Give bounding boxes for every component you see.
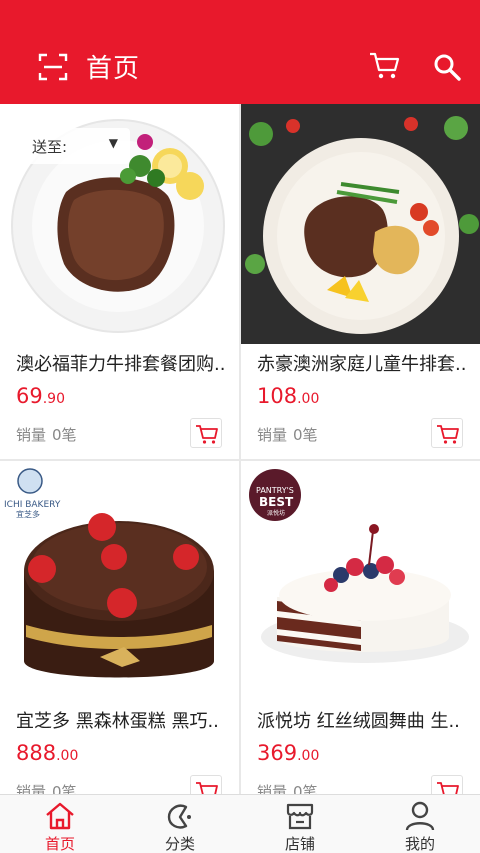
cart-icon: [196, 425, 218, 444]
svg-text:宜芝多: 宜芝多: [16, 509, 40, 519]
bottom-tab-bar: 首页 分类 店铺 我的: [0, 794, 480, 853]
add-to-cart-button[interactable]: [431, 418, 463, 448]
product-card[interactable]: 送至: ▼ 澳必福菲力牛排套餐团购.. 69.90 销量 0笔: [0, 104, 239, 459]
product-grid: 送至: ▼ 澳必福菲力牛排套餐团购.. 69.90 销量 0笔 赤豪澳洲家庭儿童…: [0, 104, 480, 794]
page-title: 首页: [86, 54, 141, 84]
product-price: 888.00: [16, 741, 79, 765]
category-icon: [167, 804, 191, 829]
tab-label: 店铺: [284, 835, 315, 853]
product-sales: 销量 0笔: [257, 783, 318, 794]
product-sales: 销量 0笔: [257, 426, 318, 444]
scan-icon[interactable]: [38, 52, 68, 82]
cart-icon: [196, 782, 218, 794]
product-image-steak-plate[interactable]: [241, 104, 480, 344]
product-name[interactable]: 派悦坊 红丝绒圆舞曲 生..: [257, 707, 469, 733]
svg-text:派悦坊: 派悦坊: [267, 509, 285, 517]
product-image-red-velvet-cake[interactable]: PANTRY'S BEST 派悦坊: [241, 461, 480, 701]
app-header: 首页: [0, 0, 480, 104]
location-selector[interactable]: 送至: ▼: [20, 128, 130, 164]
dropdown-arrow-icon: ▼: [108, 136, 118, 150]
search-icon[interactable]: [432, 52, 462, 82]
brand-logo-pantry: PANTRY'S: [256, 486, 294, 495]
product-name[interactable]: 赤豪澳洲家庭儿童牛排套..: [257, 350, 469, 376]
add-to-cart-button[interactable]: [190, 775, 222, 794]
tab-category[interactable]: 分类: [120, 795, 240, 853]
svg-text:BEST: BEST: [259, 495, 294, 509]
tab-mine[interactable]: 我的: [360, 795, 480, 853]
product-price: 369.00: [257, 741, 320, 765]
product-sales: 销量 0笔: [16, 426, 77, 444]
product-name[interactable]: 澳必福菲力牛排套餐团购..: [16, 350, 228, 376]
user-icon: [405, 801, 435, 831]
product-card[interactable]: PANTRY'S BEST 派悦坊 派悦坊 红丝绒圆舞曲 生.. 369.00 …: [241, 461, 480, 794]
tab-home[interactable]: 首页: [0, 795, 120, 853]
product-price: 108.00: [257, 384, 320, 408]
cart-icon: [437, 782, 459, 794]
product-name[interactable]: 宜芝多 黑森林蛋糕 黑巧..: [16, 707, 228, 733]
add-to-cart-button[interactable]: [190, 418, 222, 448]
store-icon: [286, 803, 314, 830]
cart-icon[interactable]: [368, 50, 402, 82]
product-sales: 销量 0笔: [16, 783, 77, 794]
product-card[interactable]: 赤豪澳洲家庭儿童牛排套.. 108.00 销量 0笔: [241, 104, 480, 459]
home-icon: [46, 802, 74, 830]
product-image-steak[interactable]: 送至: ▼: [0, 104, 239, 344]
brand-logo-ichi: ICHI BAKERY: [4, 500, 61, 510]
tab-store[interactable]: 店铺: [240, 795, 360, 853]
product-card[interactable]: ICHI BAKERY 宜芝多 宜芝多 黑森林蛋糕 黑巧.. 888.00 销量…: [0, 461, 239, 794]
tab-label: 我的: [404, 835, 435, 853]
product-image-black-forest-cake[interactable]: ICHI BAKERY 宜芝多: [0, 461, 239, 701]
cart-icon: [437, 425, 459, 444]
tab-label: 首页: [44, 835, 75, 853]
location-label: 送至:: [32, 138, 68, 156]
product-price: 69.90: [16, 384, 65, 408]
add-to-cart-button[interactable]: [431, 775, 463, 794]
tab-label: 分类: [164, 835, 195, 853]
